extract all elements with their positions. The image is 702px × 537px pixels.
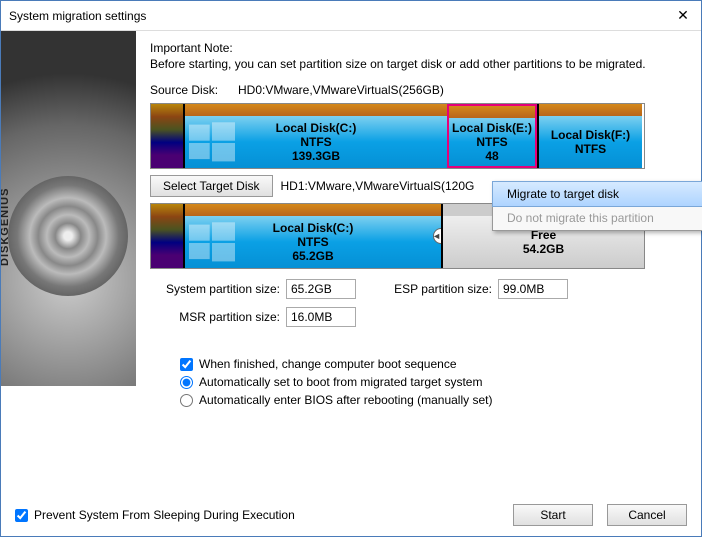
- note-title: Important Note:: [150, 41, 687, 55]
- bottom-bar: Prevent System From Sleeping During Exec…: [15, 504, 687, 526]
- source-disk-bar: Local Disk(C:) NTFS 139.3GB Local Disk(E…: [150, 103, 645, 169]
- esp-size-input[interactable]: [498, 279, 568, 299]
- partition-size: 139.3GB: [292, 149, 340, 163]
- stripe: [167, 104, 175, 168]
- select-target-button[interactable]: Select Target Disk: [150, 175, 273, 197]
- finish-checkbox[interactable]: When finished, change computer boot sequ…: [180, 357, 687, 371]
- note-body: Before starting, you can set partition s…: [150, 57, 687, 71]
- sys-size-input[interactable]: [286, 279, 356, 299]
- windows-icon: [189, 220, 235, 266]
- stripe: [151, 104, 159, 168]
- partition-fs: NTFS: [300, 135, 331, 149]
- stripe: [151, 204, 159, 268]
- content: DISKGENIUS Important Note: Before starti…: [1, 31, 701, 536]
- partition-size: 54.2GB: [523, 242, 564, 256]
- sidebar-image: DISKGENIUS: [1, 31, 136, 386]
- stripe: [175, 104, 183, 168]
- target-disk: HD1:VMware,VMwareVirtualS(120G: [281, 179, 475, 193]
- partition-fs: NTFS: [476, 135, 507, 149]
- esp-size-label: ESP partition size:: [382, 282, 492, 296]
- stripe: [167, 204, 175, 268]
- partition-fs: NTFS: [297, 235, 328, 249]
- source-partition-c[interactable]: Local Disk(C:) NTFS 139.3GB: [183, 104, 447, 168]
- source-label: Source Disk:: [150, 83, 230, 97]
- msr-size-input[interactable]: [286, 307, 356, 327]
- target-partition-c[interactable]: Local Disk(C:) NTFS 65.2GB ◄►: [183, 204, 441, 268]
- partition-name: Local Disk(C:): [273, 221, 354, 235]
- ctx-migrate[interactable]: Migrate to target disk: [492, 181, 702, 207]
- context-menu: Migrate to target disk Do not migrate th…: [492, 181, 702, 231]
- stripe: [159, 104, 167, 168]
- ctx-dont-migrate: Do not migrate this partition: [493, 206, 702, 230]
- close-icon[interactable]: ✕: [673, 6, 693, 26]
- msr-size-label: MSR partition size:: [150, 310, 280, 324]
- start-button[interactable]: Start: [513, 504, 593, 526]
- window-title: System migration settings: [9, 9, 673, 23]
- sys-size-label: System partition size:: [150, 282, 280, 296]
- stripe: [159, 204, 167, 268]
- partition-size: 48: [485, 149, 498, 163]
- stripe: [175, 204, 183, 268]
- source-disk: HD0:VMware,VMwareVirtualS(256GB): [238, 83, 444, 97]
- partition-name: Local Disk(C:): [276, 121, 357, 135]
- titlebar: System migration settings ✕: [1, 1, 701, 31]
- windows-icon: [189, 120, 235, 166]
- source-partition-e[interactable]: Local Disk(E:) NTFS 48: [447, 104, 537, 168]
- main-panel: Important Note: Before starting, you can…: [136, 31, 701, 536]
- size-form: System partition size: MSR partition siz…: [150, 279, 687, 327]
- partition-name: Local Disk(F:): [551, 128, 630, 142]
- partition-fs: NTFS: [575, 142, 606, 156]
- prevent-sleep-checkbox[interactable]: Prevent System From Sleeping During Exec…: [15, 508, 295, 522]
- partition-size: 65.2GB: [292, 249, 333, 263]
- brand-text: DISKGENIUS: [1, 188, 11, 266]
- bios-radio[interactable]: Automatically enter BIOS after rebooting…: [180, 393, 687, 407]
- cancel-button[interactable]: Cancel: [607, 504, 687, 526]
- boot-options: When finished, change computer boot sequ…: [180, 357, 687, 407]
- auto-boot-radio[interactable]: Automatically set to boot from migrated …: [180, 375, 687, 389]
- partition-name: Local Disk(E:): [452, 121, 532, 135]
- source-partition-f[interactable]: Local Disk(F:) NTFS: [537, 104, 642, 168]
